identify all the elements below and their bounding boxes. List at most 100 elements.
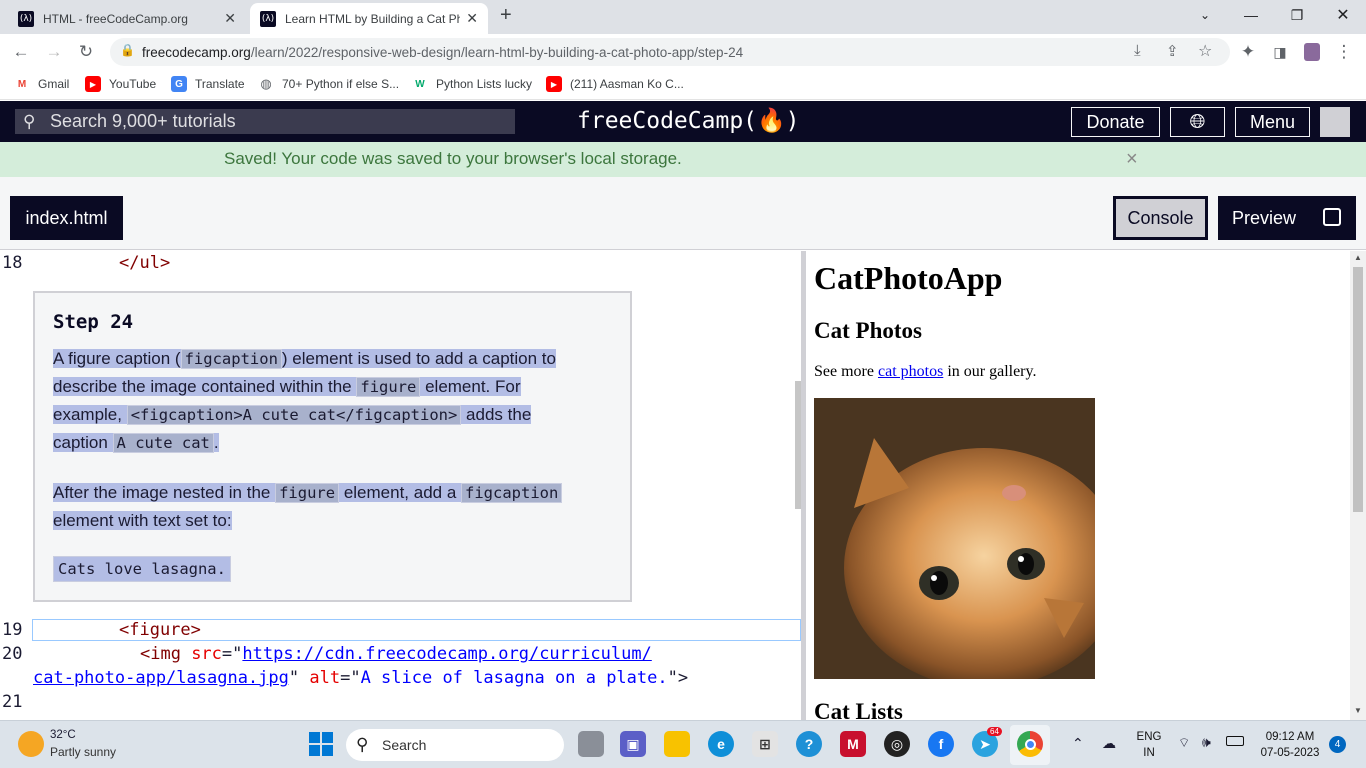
menu-button[interactable]: Menu [1235,107,1310,137]
translate-icon: G [171,76,187,92]
globe-icon: ◍ [260,76,272,91]
language-indicator[interactable]: ENG IN [1134,729,1164,761]
bookmark-translate[interactable]: G Translate [171,76,245,92]
minimize-icon[interactable]: — [1228,0,1274,30]
avatar[interactable] [1320,107,1350,137]
code-line-18[interactable]: </ul> [119,253,170,273]
profile-icon[interactable] [1300,40,1324,64]
help-icon[interactable]: ? [796,731,822,757]
cat-photos-link[interactable]: cat photos [878,363,943,380]
preview-scrollbar[interactable]: ▲ ▼ [1350,251,1366,720]
browser-tab-1[interactable]: (λ) HTML - freeCodeCamp.org ✕ [8,3,246,34]
donate-button[interactable]: Donate [1071,107,1160,137]
preview-scroll-thumb[interactable] [1353,267,1363,512]
bookmark-youtube[interactable]: ▶ YouTube [85,76,156,92]
install-icon[interactable]: ⤓ [1134,42,1141,59]
file-explorer-icon[interactable] [664,731,690,757]
facebook-icon[interactable]: f [928,731,954,757]
volume-icon[interactable]: 🕪︎ [1202,734,1211,751]
preview-window-icon [1323,208,1341,226]
bookmark-python-lists[interactable]: W Python Lists lucky [412,76,532,92]
battery-icon[interactable] [1226,736,1244,746]
side-panel-icon[interactable]: ◨ [1268,40,1292,64]
code-editor[interactable]: 18 </ul> Step 24 A figure caption (figca… [0,251,801,720]
scroll-up-icon[interactable]: ▲ [1354,253,1362,262]
chrome-menu-icon[interactable]: ⋮ [1332,40,1356,64]
chrome-icon[interactable] [1017,731,1043,757]
reload-icon[interactable]: ↻ [74,40,98,64]
tab-title: HTML - freeCodeCamp.org [43,11,188,26]
address-bar[interactable]: 🔒 freecodecamp.org/learn/2022/responsive… [110,38,1230,66]
preview-heading-cat-photos: Cat Photos [814,318,922,343]
mcafee-icon[interactable]: M [840,731,866,757]
code-figcaption: figcaption [461,483,563,503]
step-paragraph-3: Cats love lasagna. [53,555,231,583]
notification-badge[interactable]: 4 [1329,736,1346,753]
step-paragraph-2: After the image nested in the figure ele… [53,479,563,535]
close-tab-icon[interactable]: ✕ [466,10,478,27]
code-cats-love-lasagna: Cats love lasagna. [53,556,231,582]
bookmark-gmail[interactable]: M Gmail [14,76,70,92]
code-figure: figure [356,377,421,397]
close-icon[interactable]: × [1126,148,1138,171]
share-icon[interactable]: ⇪ [1166,42,1179,60]
taskbar-search[interactable]: ⚲ Search [346,729,564,761]
youtube-icon: ▶ [546,76,562,92]
saved-banner: Saved! Your code was saved to your brows… [0,142,1366,177]
url-text: freecodecamp.org/learn/2022/responsive-w… [142,45,744,60]
code-line-20-wrap[interactable]: cat-photo-app/lasagna.jpg" alt="A slice … [33,668,688,688]
language-button[interactable]: 🌐︎ [1170,107,1225,137]
step-instructions: Step 24 A figure caption (figcaption) el… [33,291,632,602]
code-line-19[interactable]: <figure> [119,620,201,640]
saved-message: Saved! Your code was saved to your brows… [224,149,682,168]
scroll-down-icon[interactable]: ▼ [1354,706,1362,715]
freecodecamp-icon: (λ) [18,10,34,27]
step-paragraph-1: A figure caption (figcaption) element is… [53,349,556,453]
task-view-icon[interactable] [578,731,604,757]
browser-tab-strip: (λ) HTML - freeCodeCamp.org ✕ (λ) Learn … [0,0,1366,34]
fcc-logo[interactable]: freeCodeCamp(🔥) [577,107,800,134]
browser-tab-2[interactable]: (λ) Learn HTML by Building a Cat Ph ✕ [250,3,488,34]
store-icon[interactable]: ⊞ [752,731,778,757]
preview-heading-cat-lists: Cat Lists [814,699,903,720]
teams-icon[interactable]: ▣ [620,731,646,757]
youtube-icon: ▶ [85,76,101,92]
restore-icon[interactable]: ❐ [1274,0,1320,30]
search-input[interactable]: ⚲ Search 9,000+ tutorials [15,109,515,134]
start-icon[interactable] [308,731,334,757]
lock-icon[interactable]: 🔒 [120,43,135,57]
weather-temp[interactable]: 32°C [50,729,76,741]
step-title: Step 24 [53,311,134,333]
wifi-icon[interactable]: ⌔ [1178,735,1190,751]
line-number: 20 [2,644,23,664]
close-window-icon[interactable]: ✕ [1320,0,1366,30]
extensions-icon[interactable]: ✦ [1236,40,1260,64]
file-tab-index-html[interactable]: index.html [10,196,123,240]
gmail-icon: M [17,78,27,90]
fcc-navbar: ⚲ Search 9,000+ tutorials freeCodeCamp(🔥)… [0,101,1366,142]
bookmark-python-if-else[interactable]: ◍ 70+ Python if else S... [258,76,399,92]
preview-button[interactable]: Preview [1218,196,1356,240]
cloud-icon[interactable]: ☁ [1102,735,1116,752]
forward-icon[interactable]: → [42,40,66,64]
chevron-up-icon[interactable]: ⌃ [1072,735,1084,752]
weather-icon[interactable] [18,731,44,757]
console-button[interactable]: Console [1113,196,1208,240]
bookmark-aasman[interactable]: ▶ (211) Aasman Ko C... [546,76,684,92]
clock[interactable]: 09:12 AM 07-05-2023 [1254,729,1326,761]
new-tab-button[interactable]: + [500,4,512,27]
globe-icon: 🌐︎ [1189,110,1206,133]
code-line-20[interactable]: <img src="https://cdn.freecodecamp.org/c… [140,644,652,664]
w3schools-icon: W [415,78,425,90]
code-figure: figure [275,483,340,503]
line-number: 21 [2,692,23,712]
windows-taskbar: 32°C Partly sunny ⚲ Search ▣ e ⊞ ? M ◎ f … [0,720,1366,768]
close-tab-icon[interactable]: ✕ [224,10,236,27]
app-icon[interactable]: ◎ [884,731,910,757]
bookmark-star-icon[interactable]: ☆ [1198,41,1212,61]
tab-search-icon[interactable]: ⌄ [1182,0,1228,30]
weather-desc[interactable]: Partly sunny [50,745,116,759]
edge-icon[interactable]: e [708,731,734,757]
browser-toolbar: ← → ↻ 🔒 freecodecamp.org/learn/2022/resp… [0,34,1366,70]
back-icon[interactable]: ← [9,40,33,64]
